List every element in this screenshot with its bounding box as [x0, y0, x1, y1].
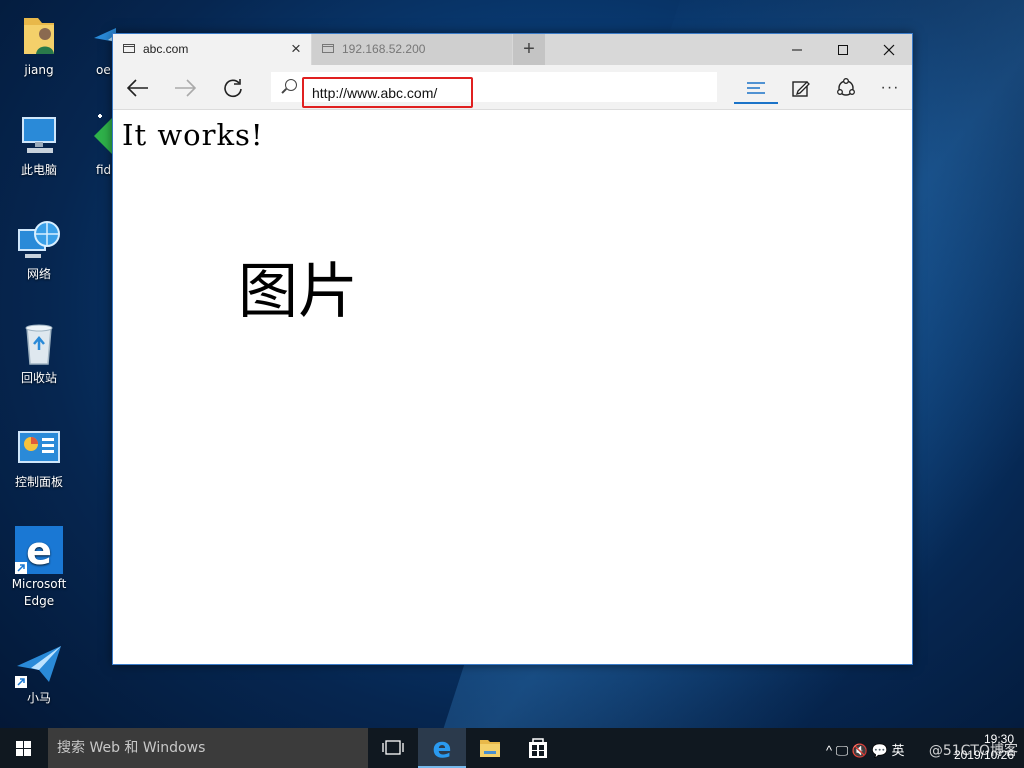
maximize-button[interactable]: [820, 34, 866, 65]
back-button[interactable]: [121, 71, 155, 103]
share-icon: [837, 78, 855, 96]
url-field[interactable]: [312, 83, 472, 103]
desktop-icon-oe[interactable]: oe: [76, 12, 116, 79]
edge-icon: e: [15, 526, 63, 574]
minimize-icon: [792, 49, 802, 51]
page-icon: [123, 44, 135, 53]
tray-icons[interactable]: ^ 🖵 🔇 💬 英: [826, 740, 904, 759]
hub-button[interactable]: [734, 71, 778, 104]
page-icon: [322, 44, 334, 53]
web-note-button[interactable]: [779, 71, 823, 104]
desktop-icon-xiaoma[interactable]: 小马: [3, 640, 75, 707]
recycle-bin-icon: [15, 320, 63, 368]
browser-toolbar: ···: [113, 65, 912, 110]
network-globe-icon: [15, 216, 63, 264]
tab-192-168-52-200[interactable]: 192.168.52.200: [312, 34, 512, 65]
tab-title: abc.com: [143, 42, 189, 56]
url-highlight-box: [302, 77, 473, 108]
close-tab-icon[interactable]: ×: [289, 40, 303, 57]
desktop: jiang 此电脑 网络 回收站 控制面板 e Microsoft Edge 小…: [0, 0, 1024, 768]
svg-text:e: e: [26, 529, 52, 573]
store-bag-icon: [529, 738, 547, 758]
paper-plane-icon: [15, 640, 63, 688]
user-folder-icon: [15, 12, 63, 60]
tab-bar: abc.com × 192.168.52.200 +: [113, 34, 912, 65]
close-window-button[interactable]: [866, 34, 912, 65]
tab-abc-com[interactable]: abc.com ×: [113, 34, 311, 65]
desktop-icon-user-folder[interactable]: jiang: [3, 12, 75, 79]
hub-lines-icon: [747, 82, 765, 95]
arrow-right-icon: [175, 79, 197, 97]
more-button[interactable]: ···: [868, 71, 912, 104]
taskbar-explorer-button[interactable]: [466, 728, 514, 768]
refresh-icon: [224, 79, 242, 98]
folder-icon: [480, 740, 500, 757]
watermark: @51CTO博客: [928, 743, 1018, 759]
share-button[interactable]: [824, 71, 868, 104]
desktop-icon-control-panel[interactable]: 控制面板: [3, 424, 75, 491]
desktop-icon-recycle-bin[interactable]: 回收站: [3, 320, 75, 387]
tab-title: 192.168.52.200: [342, 42, 426, 56]
task-view-icon: [382, 740, 404, 755]
desktop-icon-this-pc[interactable]: 此电脑: [3, 112, 75, 179]
new-tab-button[interactable]: +: [513, 34, 545, 65]
desktop-icon-fid[interactable]: fid: [76, 112, 116, 179]
taskbar-edge-button[interactable]: e: [418, 728, 466, 768]
control-panel-icon: [15, 424, 63, 472]
arrow-left-icon: [126, 79, 148, 97]
desktop-icon-network[interactable]: 网络: [3, 216, 75, 283]
edge-browser-window: abc.com × 192.168.52.200 + ··· http://ww…: [112, 33, 913, 665]
forward-button[interactable]: [168, 71, 202, 103]
edge-icon: e: [433, 731, 452, 764]
taskbar-search-box[interactable]: 搜索 Web 和 Windows: [48, 728, 368, 768]
desktop-icon-edge[interactable]: e Microsoft Edge: [3, 526, 75, 610]
system-tray: ^ 🖵 🔇 💬 英 19:30 2019/10/26 @51CTO博客: [824, 728, 1024, 768]
taskbar-store-button[interactable]: [514, 728, 562, 768]
search-icon: [285, 79, 297, 91]
page-content: It works! 图片: [113, 110, 912, 664]
page-heading: It works!: [122, 118, 264, 152]
maximize-icon: [838, 45, 848, 56]
pen-square-icon: [792, 81, 810, 97]
taskbar: 搜索 Web 和 Windows e ^ 🖵 🔇 💬 英 19:30 2019/…: [0, 728, 1024, 768]
close-icon: [883, 44, 895, 56]
overlay-text: 图片: [238, 257, 358, 327]
start-button[interactable]: [0, 728, 48, 768]
svg-text:e: e: [433, 731, 452, 764]
computer-icon: [15, 112, 63, 160]
task-view-button[interactable]: [369, 728, 417, 768]
minimize-button[interactable]: [774, 34, 820, 65]
refresh-button[interactable]: [216, 71, 250, 103]
